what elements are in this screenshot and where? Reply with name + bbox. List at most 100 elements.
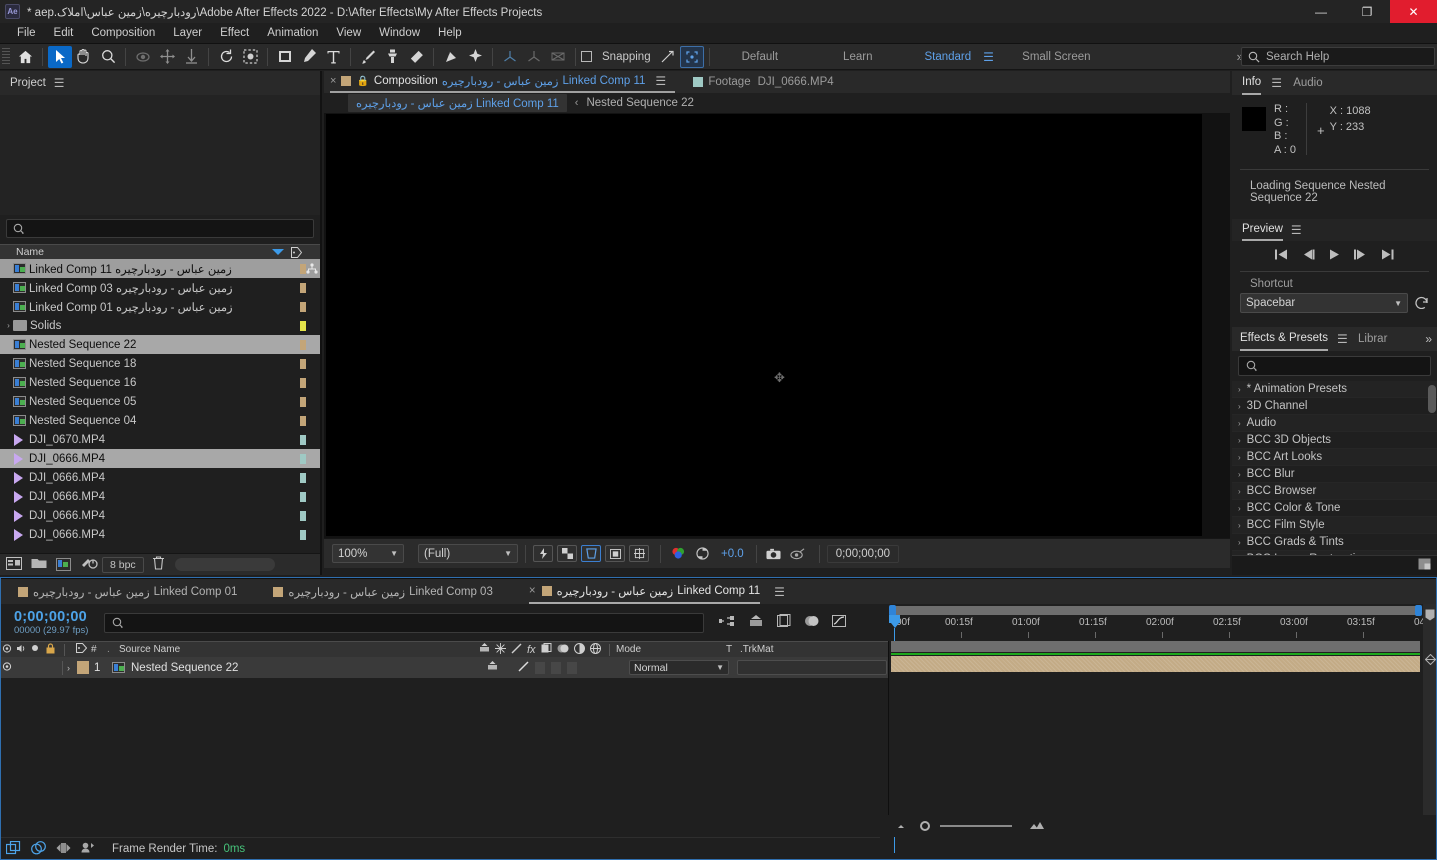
effects-category-row[interactable]: › Audio xyxy=(1232,415,1437,432)
info-panel-menu-icon[interactable]: ☰ xyxy=(1271,77,1283,89)
effects-search-input[interactable] xyxy=(1238,356,1431,376)
column-name-label[interactable]: Name xyxy=(0,246,44,258)
tab-audio[interactable]: Audio xyxy=(1293,71,1322,95)
effects-category-row[interactable]: › BCC Grads & Tints xyxy=(1232,534,1437,551)
tab-composition[interactable]: × 🔒 Composition زمین عباس - رودبارچیره L… xyxy=(330,71,676,93)
channel-rgb-icon[interactable] xyxy=(668,545,688,562)
project-item-row[interactable]: DJI_0666.MP4 xyxy=(0,468,320,487)
layer-twirl-icon[interactable]: › xyxy=(67,663,77,673)
solo-switch-icon[interactable] xyxy=(28,644,42,655)
pan-under-tool-icon[interactable] xyxy=(155,46,179,68)
workspace-standard[interactable]: Standard xyxy=(919,51,976,63)
twirl-icon[interactable]: › xyxy=(1238,436,1241,445)
twirl-icon[interactable]: › xyxy=(1238,470,1241,479)
puppet-pin-icon[interactable] xyxy=(439,46,463,68)
new-folder-icon[interactable] xyxy=(31,557,47,572)
new-comp-viewer-icon[interactable] xyxy=(56,558,71,571)
audio-switch-icon[interactable] xyxy=(14,644,28,656)
twirl-icon[interactable]: › xyxy=(1238,385,1241,394)
effects-switch-icon[interactable]: fx xyxy=(527,644,536,656)
project-item-row[interactable]: DJI_0666.MP4 xyxy=(0,506,320,525)
layer-shy-icon[interactable] xyxy=(487,661,498,674)
timeline-search-input[interactable] xyxy=(104,612,704,633)
transfer-controls-icon[interactable] xyxy=(31,840,46,858)
project-item-row[interactable]: زمین عباس - رودبارچیره Linked Comp 01 xyxy=(0,297,320,316)
hand-tool-icon[interactable] xyxy=(72,46,96,68)
exposure-value[interactable]: +0.0 xyxy=(716,548,749,560)
label-color-swatch[interactable] xyxy=(300,511,306,521)
column-source-name[interactable]: Source Name xyxy=(117,644,479,655)
zoom-tool-icon[interactable] xyxy=(96,46,120,68)
zoom-slider-track[interactable] xyxy=(940,825,1012,827)
project-item-row[interactable]: Nested Sequence 22 xyxy=(0,335,320,354)
delete-icon[interactable] xyxy=(152,556,165,573)
effects-category-row[interactable]: › BCC Blur xyxy=(1232,466,1437,483)
project-item-row[interactable]: DJI_0670.MP4 xyxy=(0,430,320,449)
video-switch-icon[interactable] xyxy=(0,643,14,656)
new-effects-folder-icon[interactable] xyxy=(1418,558,1431,573)
close-icon[interactable]: × xyxy=(330,75,336,87)
effects-panel-menu-icon[interactable]: ☰ xyxy=(1337,333,1349,345)
menu-window[interactable]: Window xyxy=(370,23,429,44)
project-item-row[interactable]: DJI_0666.MP4 xyxy=(0,449,320,468)
workspace-learn[interactable]: Learn xyxy=(838,51,877,63)
label-color-swatch[interactable] xyxy=(300,340,306,350)
label-color-swatch[interactable] xyxy=(300,435,306,445)
project-settings-icon[interactable] xyxy=(81,556,98,573)
workspace-menu-icon[interactable]: ☰ xyxy=(983,51,995,63)
label-color-swatch[interactable] xyxy=(300,397,306,407)
snapping-checkbox[interactable] xyxy=(581,51,592,62)
choose-grid-guide-icon[interactable] xyxy=(629,545,649,562)
project-item-row[interactable]: زمین عباس - رودبارچیره Linked Comp 11 xyxy=(0,259,320,278)
lock-switch-icon[interactable] xyxy=(42,642,58,657)
breadcrumb-nested[interactable]: Nested Sequence 22 xyxy=(586,97,693,109)
composition-viewer-canvas[interactable]: ✥ xyxy=(324,113,1230,538)
menu-effect[interactable]: Effect xyxy=(211,23,258,44)
menu-edit[interactable]: Edit xyxy=(45,23,83,44)
selection-tool-icon[interactable] xyxy=(48,45,72,68)
twirl-icon[interactable]: › xyxy=(1238,453,1241,462)
previous-frame-icon[interactable] xyxy=(1302,249,1315,263)
column-mode[interactable]: Mode xyxy=(616,644,726,655)
menu-help[interactable]: Help xyxy=(429,23,471,44)
minimize-button[interactable]: — xyxy=(1298,0,1344,23)
work-area-marker-icon[interactable] xyxy=(1423,604,1437,626)
project-item-row[interactable]: Nested Sequence 05 xyxy=(0,392,320,411)
brush-tool-icon[interactable] xyxy=(356,46,380,68)
label-color-swatch[interactable] xyxy=(300,359,306,369)
twirl-icon[interactable]: › xyxy=(1238,487,1241,496)
effects-category-row[interactable]: › BCC Color & Tone xyxy=(1232,500,1437,517)
dolly-tool-icon[interactable] xyxy=(179,46,203,68)
effects-category-row[interactable]: › BCC Art Looks xyxy=(1232,449,1437,466)
tab-preview[interactable]: Preview xyxy=(1242,219,1283,241)
effects-list-scrollbar[interactable] xyxy=(1428,385,1436,413)
timeline-ruler[interactable]: 00f 00:15f 01:00f 01:15f 02:00f 02:15f 0… xyxy=(888,604,1437,853)
reset-shortcut-icon[interactable] xyxy=(1414,295,1429,312)
effects-category-row[interactable]: › BCC Film Style xyxy=(1232,517,1437,534)
composition-frame[interactable] xyxy=(326,114,1202,536)
label-color-swatch[interactable] xyxy=(300,378,306,388)
twirl-icon[interactable]: › xyxy=(1238,402,1241,411)
eraser-tool-icon[interactable] xyxy=(404,46,428,68)
project-item-row[interactable]: DJI_0666.MP4 xyxy=(0,525,320,544)
project-search-input[interactable] xyxy=(6,219,314,238)
maximize-button[interactable]: ❐ xyxy=(1344,0,1390,23)
effects-category-row[interactable]: › * Animation Presets xyxy=(1232,381,1437,398)
unified-camera-icon[interactable] xyxy=(498,46,522,68)
layer-quality-icon[interactable] xyxy=(518,660,529,675)
new-composition-icon[interactable] xyxy=(6,556,22,573)
take-snapshot-icon[interactable] xyxy=(764,545,784,562)
label-color-swatch[interactable] xyxy=(300,283,306,293)
label-color-swatch[interactable] xyxy=(300,492,306,502)
tab-info[interactable]: Info xyxy=(1242,71,1262,95)
project-footer-slider[interactable] xyxy=(174,558,275,571)
twirl-icon[interactable]: › xyxy=(1238,419,1241,428)
project-item-row[interactable]: Nested Sequence 04 xyxy=(0,411,320,430)
snap-arrow-icon[interactable] xyxy=(656,46,680,68)
graph-editor-icon[interactable] xyxy=(832,614,846,631)
next-frame-icon[interactable] xyxy=(1354,249,1367,263)
bit-depth-button[interactable]: 8 bpc xyxy=(102,556,144,573)
close-button[interactable]: ✕ xyxy=(1390,0,1437,23)
label-column-icon[interactable] xyxy=(71,643,91,656)
menu-view[interactable]: View xyxy=(327,23,370,44)
